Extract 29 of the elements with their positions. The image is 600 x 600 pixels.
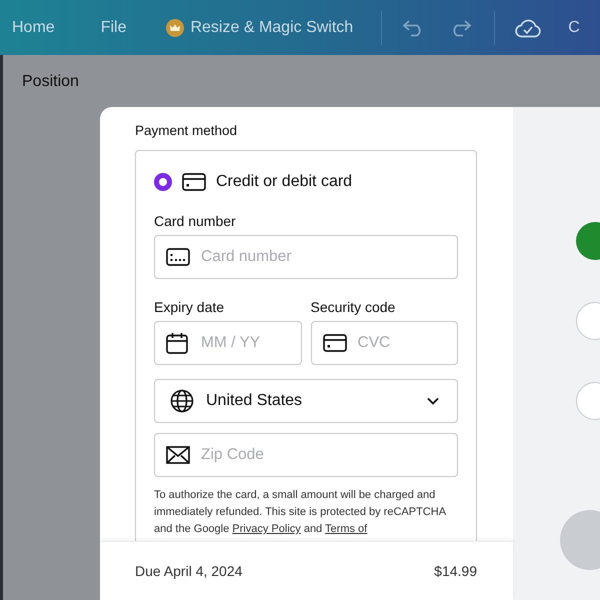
- amount-due: $14.99: [434, 563, 477, 579]
- card-number-icon: [166, 248, 190, 266]
- policy-link[interactable]: Terms of: [325, 523, 368, 535]
- panel-title: Position: [22, 73, 79, 91]
- radio-button[interactable]: [154, 173, 172, 191]
- crown-icon: [166, 18, 184, 36]
- chevron-down-icon: [427, 397, 439, 405]
- resize-button[interactable]: Resize & Magic Switch: [166, 18, 354, 36]
- field-label: Security code: [310, 299, 396, 315]
- field-label: Expiry date: [154, 299, 226, 315]
- globe-icon: [170, 389, 194, 413]
- payment-option[interactable]: Credit or debit card: [154, 151, 352, 213]
- zip-code-field[interactable]: Zip Code: [154, 433, 458, 477]
- security-code-field[interactable]: CVC: [310, 321, 458, 365]
- card-number-field[interactable]: Card number: [154, 235, 458, 279]
- due-date: Due April 4, 2024: [135, 563, 242, 579]
- authorization-notice: To authorize the card, a small amount will be charged and immediately refunded. This site is protected by reCAPTCHA and the Google Privacy Policy and Terms of: [154, 488, 447, 537]
- credit-card-icon: [322, 334, 346, 352]
- policy-link[interactable]: Privacy Policy: [232, 523, 301, 535]
- menu-item[interactable]: C: [568, 18, 580, 36]
- menu-item[interactable]: File: [100, 18, 126, 36]
- section-heading: Payment method: [135, 123, 238, 138]
- cloud-check-icon[interactable]: [515, 18, 542, 38]
- credit-card-icon: [182, 173, 206, 191]
- expiry-date-field[interactable]: MM / YY: [154, 321, 302, 365]
- country-dropdown[interactable]: United States: [154, 379, 458, 423]
- envelope-icon: [166, 446, 190, 464]
- calendar-icon: [166, 332, 188, 354]
- field-label: Card number: [154, 213, 237, 229]
